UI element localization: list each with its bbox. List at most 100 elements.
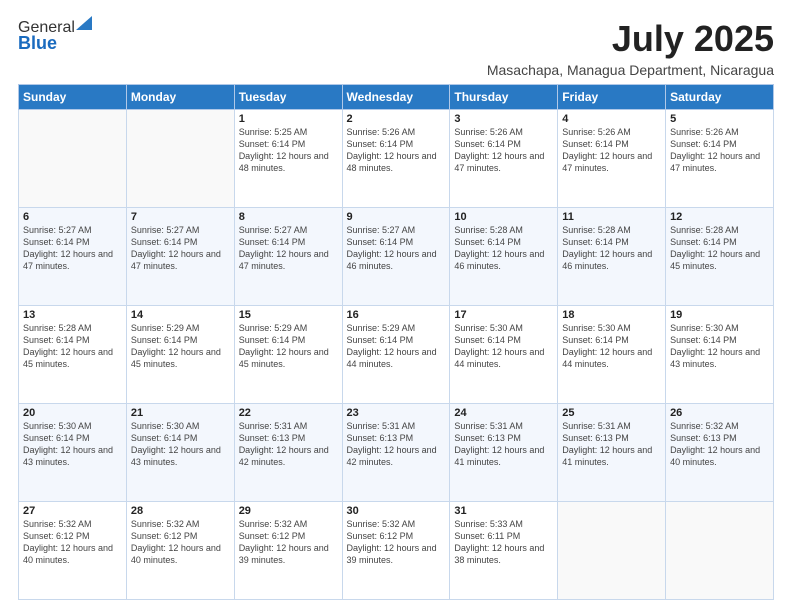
calendar-cell: 7Sunrise: 5:27 AM Sunset: 6:14 PM Daylig… [126,208,234,306]
calendar-cell: 9Sunrise: 5:27 AM Sunset: 6:14 PM Daylig… [342,208,450,306]
day-number: 18 [562,309,661,321]
calendar-cell: 5Sunrise: 5:26 AM Sunset: 6:14 PM Daylig… [666,110,774,208]
day-info: Sunrise: 5:31 AM Sunset: 6:13 PM Dayligh… [454,420,553,469]
day-number: 12 [670,211,769,223]
day-number: 3 [454,113,553,125]
header: General Blue July 2025 Masachapa, Managu… [18,18,774,78]
day-info: Sunrise: 5:30 AM Sunset: 6:14 PM Dayligh… [23,420,122,469]
calendar-cell: 17Sunrise: 5:30 AM Sunset: 6:14 PM Dayli… [450,306,558,404]
calendar-cell: 15Sunrise: 5:29 AM Sunset: 6:14 PM Dayli… [234,306,342,404]
logo: General Blue [18,18,92,54]
subtitle: Masachapa, Managua Department, Nicaragua [487,62,774,78]
calendar-cell: 14Sunrise: 5:29 AM Sunset: 6:14 PM Dayli… [126,306,234,404]
calendar-cell: 16Sunrise: 5:29 AM Sunset: 6:14 PM Dayli… [342,306,450,404]
calendar-cell: 22Sunrise: 5:31 AM Sunset: 6:13 PM Dayli… [234,404,342,502]
day-info: Sunrise: 5:32 AM Sunset: 6:12 PM Dayligh… [239,518,338,567]
day-number: 29 [239,505,338,517]
day-info: Sunrise: 5:26 AM Sunset: 6:14 PM Dayligh… [347,126,446,175]
calendar-cell [666,502,774,600]
day-info: Sunrise: 5:32 AM Sunset: 6:12 PM Dayligh… [347,518,446,567]
day-number: 1 [239,113,338,125]
day-number: 8 [239,211,338,223]
day-number: 30 [347,505,446,517]
calendar-cell: 19Sunrise: 5:30 AM Sunset: 6:14 PM Dayli… [666,306,774,404]
page: General Blue July 2025 Masachapa, Managu… [0,0,792,612]
calendar-cell: 2Sunrise: 5:26 AM Sunset: 6:14 PM Daylig… [342,110,450,208]
calendar-cell: 6Sunrise: 5:27 AM Sunset: 6:14 PM Daylig… [19,208,127,306]
day-number: 14 [131,309,230,321]
day-info: Sunrise: 5:27 AM Sunset: 6:14 PM Dayligh… [131,224,230,273]
day-number: 28 [131,505,230,517]
logo-blue-text: Blue [18,33,57,54]
day-info: Sunrise: 5:30 AM Sunset: 6:14 PM Dayligh… [670,322,769,371]
calendar-cell: 1Sunrise: 5:25 AM Sunset: 6:14 PM Daylig… [234,110,342,208]
day-number: 20 [23,407,122,419]
day-number: 17 [454,309,553,321]
calendar-cell: 4Sunrise: 5:26 AM Sunset: 6:14 PM Daylig… [558,110,666,208]
calendar-cell [126,110,234,208]
calendar: SundayMondayTuesdayWednesdayThursdayFrid… [18,84,774,600]
day-number: 13 [23,309,122,321]
calendar-cell: 29Sunrise: 5:32 AM Sunset: 6:12 PM Dayli… [234,502,342,600]
day-info: Sunrise: 5:27 AM Sunset: 6:14 PM Dayligh… [347,224,446,273]
calendar-cell: 24Sunrise: 5:31 AM Sunset: 6:13 PM Dayli… [450,404,558,502]
day-info: Sunrise: 5:30 AM Sunset: 6:14 PM Dayligh… [454,322,553,371]
calendar-cell: 13Sunrise: 5:28 AM Sunset: 6:14 PM Dayli… [19,306,127,404]
day-number: 19 [670,309,769,321]
day-number: 10 [454,211,553,223]
weekday-header-monday: Monday [126,85,234,110]
day-number: 21 [131,407,230,419]
weekday-header-tuesday: Tuesday [234,85,342,110]
calendar-cell [19,110,127,208]
weekday-header-wednesday: Wednesday [342,85,450,110]
day-info: Sunrise: 5:27 AM Sunset: 6:14 PM Dayligh… [239,224,338,273]
calendar-week-row: 13Sunrise: 5:28 AM Sunset: 6:14 PM Dayli… [19,306,774,404]
calendar-cell: 20Sunrise: 5:30 AM Sunset: 6:14 PM Dayli… [19,404,127,502]
day-info: Sunrise: 5:31 AM Sunset: 6:13 PM Dayligh… [347,420,446,469]
weekday-header-saturday: Saturday [666,85,774,110]
day-info: Sunrise: 5:32 AM Sunset: 6:12 PM Dayligh… [23,518,122,567]
calendar-cell: 8Sunrise: 5:27 AM Sunset: 6:14 PM Daylig… [234,208,342,306]
day-number: 31 [454,505,553,517]
day-info: Sunrise: 5:29 AM Sunset: 6:14 PM Dayligh… [239,322,338,371]
calendar-cell: 3Sunrise: 5:26 AM Sunset: 6:14 PM Daylig… [450,110,558,208]
day-number: 22 [239,407,338,419]
day-info: Sunrise: 5:30 AM Sunset: 6:14 PM Dayligh… [562,322,661,371]
weekday-header-thursday: Thursday [450,85,558,110]
calendar-cell: 31Sunrise: 5:33 AM Sunset: 6:11 PM Dayli… [450,502,558,600]
day-number: 5 [670,113,769,125]
day-number: 25 [562,407,661,419]
calendar-week-row: 1Sunrise: 5:25 AM Sunset: 6:14 PM Daylig… [19,110,774,208]
calendar-cell: 28Sunrise: 5:32 AM Sunset: 6:12 PM Dayli… [126,502,234,600]
day-number: 2 [347,113,446,125]
day-number: 26 [670,407,769,419]
calendar-cell: 12Sunrise: 5:28 AM Sunset: 6:14 PM Dayli… [666,208,774,306]
calendar-week-row: 27Sunrise: 5:32 AM Sunset: 6:12 PM Dayli… [19,502,774,600]
title-section: July 2025 Masachapa, Managua Department,… [487,18,774,78]
calendar-cell: 10Sunrise: 5:28 AM Sunset: 6:14 PM Dayli… [450,208,558,306]
day-number: 6 [23,211,122,223]
day-number: 4 [562,113,661,125]
day-info: Sunrise: 5:26 AM Sunset: 6:14 PM Dayligh… [454,126,553,175]
logo-triangle-icon [76,16,92,30]
calendar-cell: 25Sunrise: 5:31 AM Sunset: 6:13 PM Dayli… [558,404,666,502]
day-info: Sunrise: 5:26 AM Sunset: 6:14 PM Dayligh… [670,126,769,175]
calendar-cell: 18Sunrise: 5:30 AM Sunset: 6:14 PM Dayli… [558,306,666,404]
day-info: Sunrise: 5:32 AM Sunset: 6:12 PM Dayligh… [131,518,230,567]
calendar-header-row: SundayMondayTuesdayWednesdayThursdayFrid… [19,85,774,110]
weekday-header-friday: Friday [558,85,666,110]
day-info: Sunrise: 5:33 AM Sunset: 6:11 PM Dayligh… [454,518,553,567]
day-info: Sunrise: 5:28 AM Sunset: 6:14 PM Dayligh… [454,224,553,273]
day-number: 16 [347,309,446,321]
day-info: Sunrise: 5:29 AM Sunset: 6:14 PM Dayligh… [131,322,230,371]
calendar-cell: 11Sunrise: 5:28 AM Sunset: 6:14 PM Dayli… [558,208,666,306]
weekday-header-sunday: Sunday [19,85,127,110]
calendar-cell: 26Sunrise: 5:32 AM Sunset: 6:13 PM Dayli… [666,404,774,502]
day-info: Sunrise: 5:29 AM Sunset: 6:14 PM Dayligh… [347,322,446,371]
calendar-week-row: 20Sunrise: 5:30 AM Sunset: 6:14 PM Dayli… [19,404,774,502]
day-info: Sunrise: 5:31 AM Sunset: 6:13 PM Dayligh… [562,420,661,469]
day-info: Sunrise: 5:28 AM Sunset: 6:14 PM Dayligh… [670,224,769,273]
day-number: 9 [347,211,446,223]
day-info: Sunrise: 5:28 AM Sunset: 6:14 PM Dayligh… [562,224,661,273]
day-info: Sunrise: 5:31 AM Sunset: 6:13 PM Dayligh… [239,420,338,469]
